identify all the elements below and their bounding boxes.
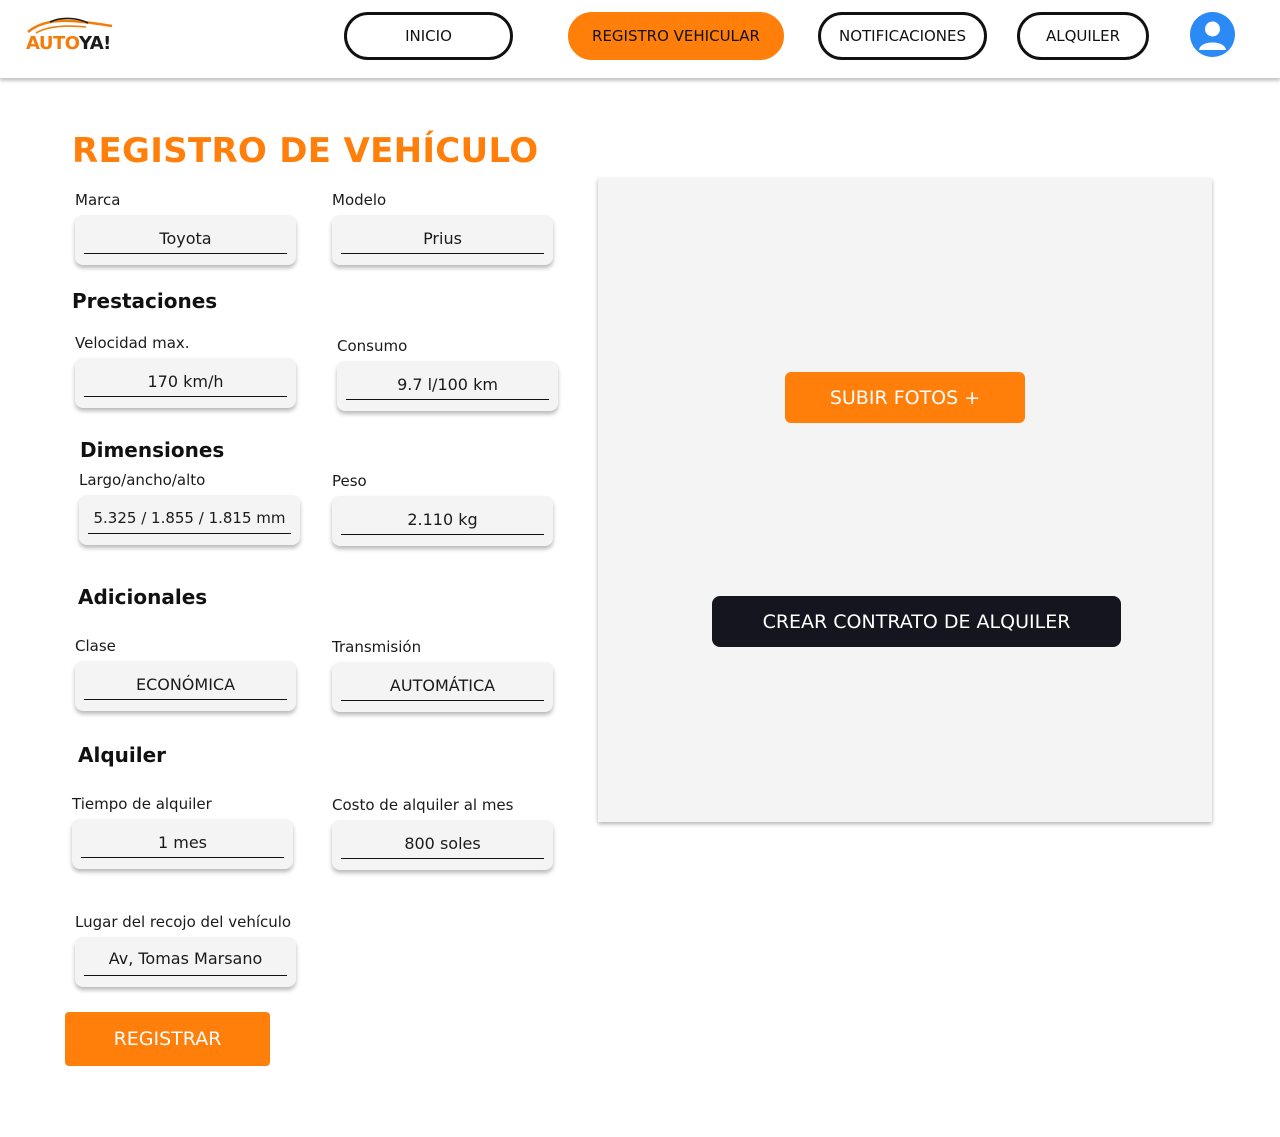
tiempo-label: Tiempo de alquiler [72, 795, 212, 813]
transmision-label: Transmisión [332, 638, 422, 656]
costo-value: 800 soles [404, 834, 481, 853]
nav-notificaciones-button[interactable]: NOTIFICACIONES [818, 12, 987, 60]
modelo-label: Modelo [332, 191, 387, 209]
marca-field[interactable]: Toyota [75, 215, 296, 265]
consumo-value: 9.7 l/100 km [397, 375, 498, 394]
lugar-underline [84, 975, 287, 976]
photo-upload-panel [598, 178, 1212, 822]
tiempo-underline [81, 857, 284, 858]
user-avatar[interactable] [1190, 12, 1235, 57]
clase-select[interactable]: ECONÓMICA [75, 661, 296, 711]
transmision-select[interactable]: AUTOMÁTICA [332, 662, 553, 712]
lugar-field[interactable]: Av, Tomas Marsano [75, 937, 296, 987]
costo-label: Costo de alquiler al mes [332, 796, 514, 814]
lugar-label: Lugar del recojo del vehículo [75, 913, 292, 931]
velocidad-label: Velocidad max. [75, 334, 190, 352]
registrar-label: REGISTRAR [113, 1028, 222, 1050]
upload-photos-button[interactable]: SUBIR FOTOS + [785, 372, 1025, 423]
tiempo-field[interactable]: 1 mes [72, 819, 293, 869]
nav-notificaciones-label: NOTIFICACIONES [838, 27, 967, 45]
nav-registro-vehicular-button[interactable]: REGISTRO VEHICULAR [568, 12, 784, 60]
peso-field[interactable]: 2.110 kg [332, 496, 553, 546]
velocidad-underline [84, 396, 287, 397]
peso-underline [341, 534, 544, 535]
costo-underline [341, 858, 544, 859]
consumo-field[interactable]: 9.7 l/100 km [337, 361, 558, 411]
nav-alquiler-button[interactable]: ALQUILER [1017, 12, 1149, 60]
lugar-value: Av, Tomas Marsano [108, 949, 263, 968]
nav-inicio-button[interactable]: INICIO [344, 12, 513, 60]
logo-wordmark: AUTOYA! [26, 33, 111, 54]
top-navigation-bar: AUTOYA! INICIO REGISTRO VEHICULAR NOTIFI… [0, 0, 1280, 78]
registrar-button[interactable]: REGISTRAR [65, 1012, 270, 1066]
marca-value: Toyota [159, 229, 212, 248]
dimensiones-heading: Dimensiones [80, 438, 225, 462]
transmision-value: AUTOMÁTICA [389, 676, 496, 695]
peso-value: 2.110 kg [407, 510, 478, 529]
clase-underline [84, 699, 287, 700]
dimensiones-field[interactable]: 5.325 / 1.855 / 1.815 mm [79, 495, 300, 545]
marca-underline [84, 253, 287, 254]
logo-wordmark-part2: YA! [78, 33, 111, 54]
autoya-logo[interactable]: AUTOYA! [24, 16, 116, 56]
tiempo-value: 1 mes [157, 833, 208, 852]
peso-label: Peso [332, 472, 367, 490]
costo-field[interactable]: 800 soles [332, 820, 553, 870]
consumo-label: Consumo [337, 337, 408, 355]
clase-label: Clase [75, 637, 116, 655]
dimensiones-underline [88, 533, 291, 534]
transmision-underline [341, 700, 544, 701]
dimensiones-value: 5.325 / 1.855 / 1.815 mm [93, 509, 286, 527]
logo-wordmark-part1: AUTO [26, 33, 79, 54]
alquiler-heading: Alquiler [78, 743, 167, 767]
nav-registro-label: REGISTRO VEHICULAR [592, 27, 760, 45]
velocidad-field[interactable]: 170 km/h [75, 358, 296, 408]
nav-inicio-label: INICIO [405, 27, 452, 45]
consumo-underline [346, 399, 549, 400]
velocidad-value: 170 km/h [147, 372, 224, 391]
marca-label: Marca [75, 191, 121, 209]
modelo-field[interactable]: Prius [332, 215, 553, 265]
create-rental-contract-label: CREAR CONTRATO DE ALQUILER [762, 610, 1071, 633]
modelo-underline [341, 253, 544, 254]
dimensiones-label: Largo/ancho/alto [79, 471, 206, 489]
upload-photos-label: SUBIR FOTOS + [829, 386, 981, 409]
create-rental-contract-button[interactable]: CREAR CONTRATO DE ALQUILER [712, 596, 1121, 647]
clase-value: ECONÓMICA [135, 675, 236, 694]
page-title: REGISTRO DE VEHÍCULO [72, 131, 539, 171]
prestaciones-heading: Prestaciones [72, 289, 218, 313]
page: AUTOYA! INICIO REGISTRO VEHICULAR NOTIFI… [0, 0, 1280, 1137]
adicionales-heading: Adicionales [78, 585, 208, 609]
nav-alquiler-label: ALQUILER [1045, 27, 1121, 45]
modelo-value: Prius [423, 229, 462, 248]
user-icon [1190, 12, 1235, 57]
